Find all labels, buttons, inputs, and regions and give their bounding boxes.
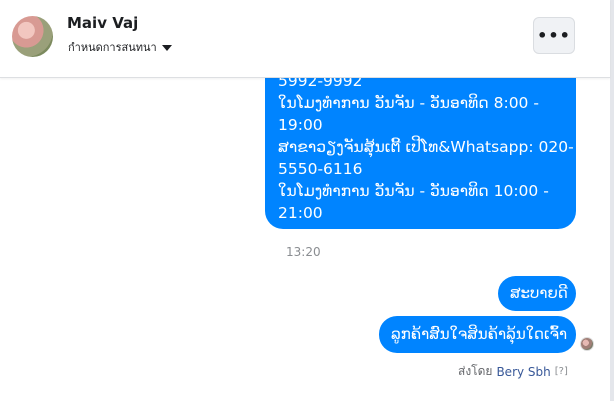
conversation-header: Maiv Vaj กำหนดการสนทนา ••• [0, 0, 610, 78]
message-bubble-greeting[interactable]: ສະບາຍດີ [498, 276, 576, 311]
scrollbar-track[interactable] [610, 0, 614, 401]
sent-by-line: ส่งโดย Bery Sbh [?] [458, 362, 568, 381]
contact-avatar[interactable] [12, 16, 53, 57]
conversation-settings-label: กำหนดการสนทนา [68, 41, 157, 54]
contact-name[interactable]: Maiv Vaj [67, 14, 138, 32]
message-line: ໃນໂມງທຳການ ວັນຈັນ - ວັນອາທິດ 10:00 - [278, 182, 549, 200]
more-icon: ••• [537, 26, 571, 45]
message-line: 19:00 [278, 116, 323, 134]
help-link[interactable]: [?] [555, 366, 568, 377]
message-line: ສາຂາວຽງຈັນສຸ້ນເຕີ້ ເປີໂທ&Whatsapp: 020- [278, 138, 574, 156]
message-timestamp: 13:20 [286, 245, 321, 259]
message-line: ໃນໂມງທຳການ ວັນຈັນ - ວັນອາທິດ 8:00 - [278, 94, 539, 112]
conversation-settings-dropdown[interactable]: กำหนดการสนทนา [68, 38, 172, 56]
more-options-button[interactable]: ••• [533, 17, 575, 54]
seen-by-avatar [580, 337, 594, 351]
message-bubble-question[interactable]: ລູກຄ້າສົນໃຈສິນຄ້າລຸ້ນໃດເຈົ້າ [379, 316, 576, 353]
caret-down-icon [161, 44, 172, 51]
sender-name-link[interactable]: Bery Sbh [496, 365, 550, 379]
message-line: 5550-6116 [278, 160, 363, 178]
messenger-chat-window: Maiv Vaj กำหนดการสนทนา ••• 5992-9992 ໃນໂ… [0, 0, 614, 401]
message-line: 21:00 [278, 204, 323, 222]
sent-by-prefix: ส่งโดย [458, 364, 493, 378]
